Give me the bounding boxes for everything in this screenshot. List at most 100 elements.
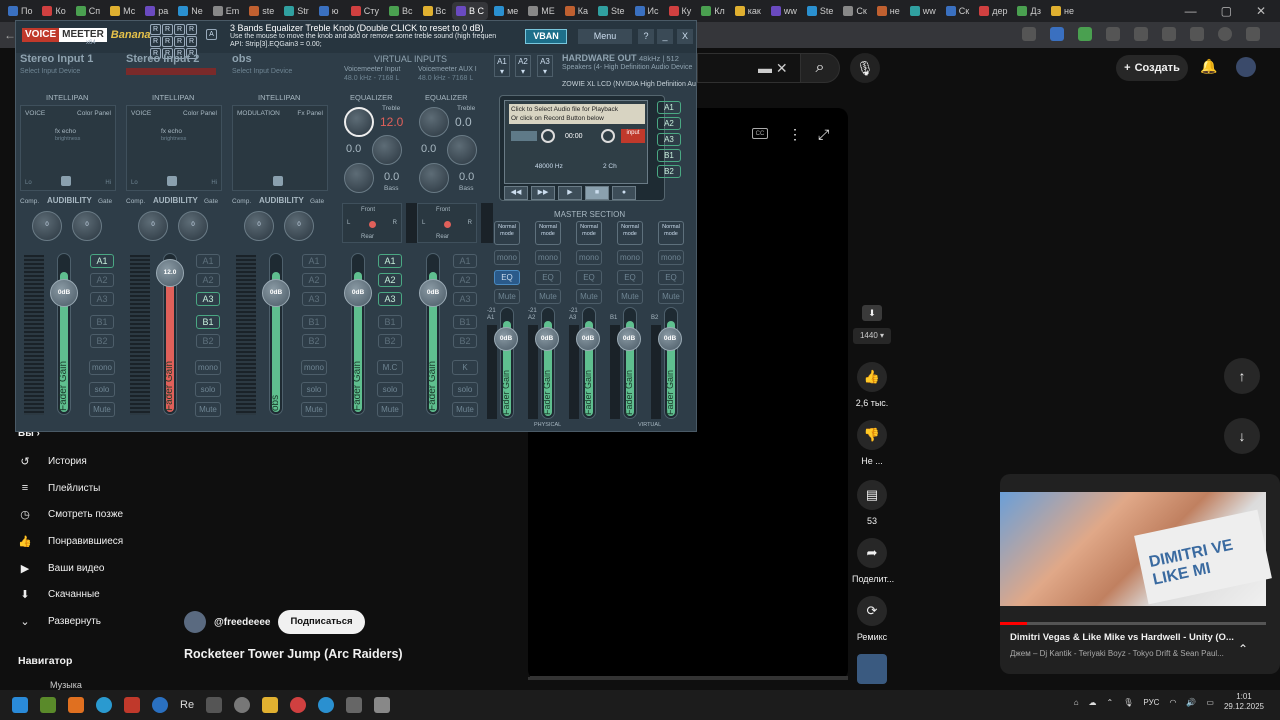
fader-knob[interactable]: 0dB: [262, 279, 290, 307]
bus-a3-button[interactable]: A3: [196, 292, 220, 306]
stop-button[interactable]: ■: [585, 186, 609, 200]
vban-button[interactable]: VBAN: [525, 29, 567, 44]
forward-button[interactable]: ▶▶: [531, 186, 555, 200]
mc-button[interactable]: M.C: [377, 360, 403, 375]
record-r-button[interactable]: R: [186, 24, 197, 35]
fader-knob[interactable]: 0dB: [535, 327, 559, 351]
mono-button[interactable]: mono: [576, 250, 602, 265]
voicemeeter-icon[interactable]: [124, 697, 140, 713]
browser-tab[interactable]: Сту: [347, 2, 383, 20]
pan-handle[interactable]: [273, 176, 283, 186]
bus-b1-button[interactable]: B1: [90, 315, 114, 329]
bus-a3-button[interactable]: A3: [453, 292, 477, 306]
pan-dot[interactable]: [369, 221, 376, 228]
app-icon[interactable]: [152, 697, 168, 713]
sidebar-item-expand[interactable]: ⌄ Развернуть: [18, 615, 101, 628]
browser-tab[interactable]: Ск: [839, 2, 870, 20]
channel-avatar[interactable]: [184, 611, 206, 633]
windows-start-icon[interactable]: [12, 697, 28, 713]
hw-out-a3-button[interactable]: A3 ▾: [537, 55, 553, 77]
mono-button[interactable]: mono: [89, 360, 115, 375]
bus-b2-button[interactable]: B2: [196, 334, 220, 348]
browser-tab[interactable]: Ис: [631, 2, 663, 20]
remix-action[interactable]: ⟳ Ремикс: [852, 596, 892, 642]
bus-a1-button[interactable]: A1: [378, 254, 402, 268]
sidebar-item-history[interactable]: ↺ История: [18, 455, 86, 468]
dislike-action[interactable]: 👎 Не ...: [852, 420, 892, 466]
k-button[interactable]: K: [452, 360, 478, 375]
fader-track[interactable]: [269, 253, 283, 415]
recorder-b2-button[interactable]: B2: [657, 165, 681, 178]
browser-tab[interactable]: не: [1047, 2, 1078, 20]
mute-button[interactable]: Mute: [494, 289, 520, 304]
sidebar-item-downloads[interactable]: ⬇ Скачанные: [18, 588, 99, 601]
wifi-icon[interactable]: ◠: [1169, 698, 1176, 707]
mute-button[interactable]: Mute: [658, 289, 684, 304]
browser-tab[interactable]: ww: [767, 2, 801, 20]
bus-a1-button[interactable]: A1: [302, 254, 326, 268]
bus-b2-button[interactable]: B2: [378, 334, 402, 348]
strip-1-device[interactable]: Select Input Device: [20, 68, 80, 75]
hw-out-a1-button[interactable]: A1 ▾: [494, 55, 510, 77]
clear-search-icon[interactable]: ▬ ✕: [758, 60, 788, 77]
mid-knob[interactable]: [419, 107, 449, 137]
record-r-button[interactable]: R: [174, 24, 185, 35]
solo-button[interactable]: solo: [195, 382, 221, 397]
bus-b2-button[interactable]: B2: [90, 334, 114, 348]
intellipan-panel[interactable]: VOICE Color Panel fx echo brightness Lo Hi: [20, 105, 116, 191]
tray-icon[interactable]: ⌂: [1074, 698, 1079, 707]
browser-tab[interactable]: как: [731, 2, 765, 20]
record-r-button[interactable]: R: [162, 36, 173, 47]
language-indicator[interactable]: РУС: [1143, 698, 1159, 707]
more-options-icon[interactable]: ⋮: [788, 126, 802, 143]
extension-icon[interactable]: [1050, 27, 1064, 41]
mono-button[interactable]: mono: [195, 360, 221, 375]
mono-button[interactable]: mono: [535, 250, 561, 265]
recorder-input-label[interactable]: input: [621, 129, 645, 143]
yandex-icon[interactable]: [290, 697, 307, 713]
subscribe-button[interactable]: Подписаться: [278, 610, 365, 634]
app-icon[interactable]: [68, 697, 84, 713]
share-action[interactable]: ➦ Поделит...: [852, 538, 894, 584]
chevron-up-icon[interactable]: ⌃: [1238, 642, 1248, 656]
bus-a1-button[interactable]: A1: [196, 254, 220, 268]
gate-knob[interactable]: 0: [178, 211, 208, 241]
search-input[interactable]: [697, 53, 805, 83]
pan-handle[interactable]: [61, 176, 71, 186]
bus-a3-button[interactable]: A3: [378, 292, 402, 306]
menu-dots-icon[interactable]: [1246, 27, 1260, 41]
sidebar-item-playlists[interactable]: ≡ Плейлисты: [18, 482, 101, 494]
fullscreen-icon[interactable]: ⤢: [818, 126, 829, 143]
mute-button[interactable]: Mute: [377, 402, 403, 417]
maximize-icon[interactable]: ▢: [1221, 4, 1232, 18]
pan-right-label[interactable]: Fx Panel: [297, 110, 323, 117]
bus-a2-button[interactable]: A2: [302, 273, 326, 287]
bus-a2-button[interactable]: A2: [196, 273, 220, 287]
tray-icon[interactable]: ☁: [1089, 698, 1097, 707]
fader-knob[interactable]: 12.0: [156, 259, 184, 287]
folder-icon[interactable]: [262, 697, 279, 713]
bus-a2-button[interactable]: A2: [453, 273, 477, 287]
recorder-message[interactable]: Click to Select Audio file for Playback O…: [509, 104, 645, 124]
bass-knob[interactable]: [419, 163, 449, 193]
browser-tab[interactable]: Кл: [697, 2, 729, 20]
strip-3-name[interactable]: obs: [232, 53, 252, 65]
chevron-up-icon[interactable]: ⌃: [1107, 698, 1114, 707]
profile-icon[interactable]: [1218, 27, 1232, 41]
treble-knob[interactable]: [372, 135, 402, 165]
eq-button[interactable]: EQ: [658, 270, 684, 285]
battery-icon[interactable]: ▭: [1206, 698, 1214, 707]
menu-button[interactable]: Menu: [578, 29, 632, 44]
browser-tab[interactable]: МЕ: [524, 2, 559, 20]
fader-knob[interactable]: 0dB: [50, 279, 78, 307]
mute-button[interactable]: Mute: [89, 402, 115, 417]
taskbar-re-label[interactable]: Re: [180, 699, 194, 711]
telegram-icon[interactable]: [96, 697, 112, 713]
bus-a3-button[interactable]: A3: [302, 292, 326, 306]
browser-tab[interactable]: ю: [315, 2, 345, 20]
star-icon[interactable]: [1022, 27, 1036, 41]
extension-icon[interactable]: [1078, 27, 1092, 41]
browser-tab[interactable]: Дз: [1013, 2, 1045, 20]
strip-3-device[interactable]: Select Input Device: [232, 68, 292, 75]
fader-knob[interactable]: 0dB: [419, 279, 447, 307]
